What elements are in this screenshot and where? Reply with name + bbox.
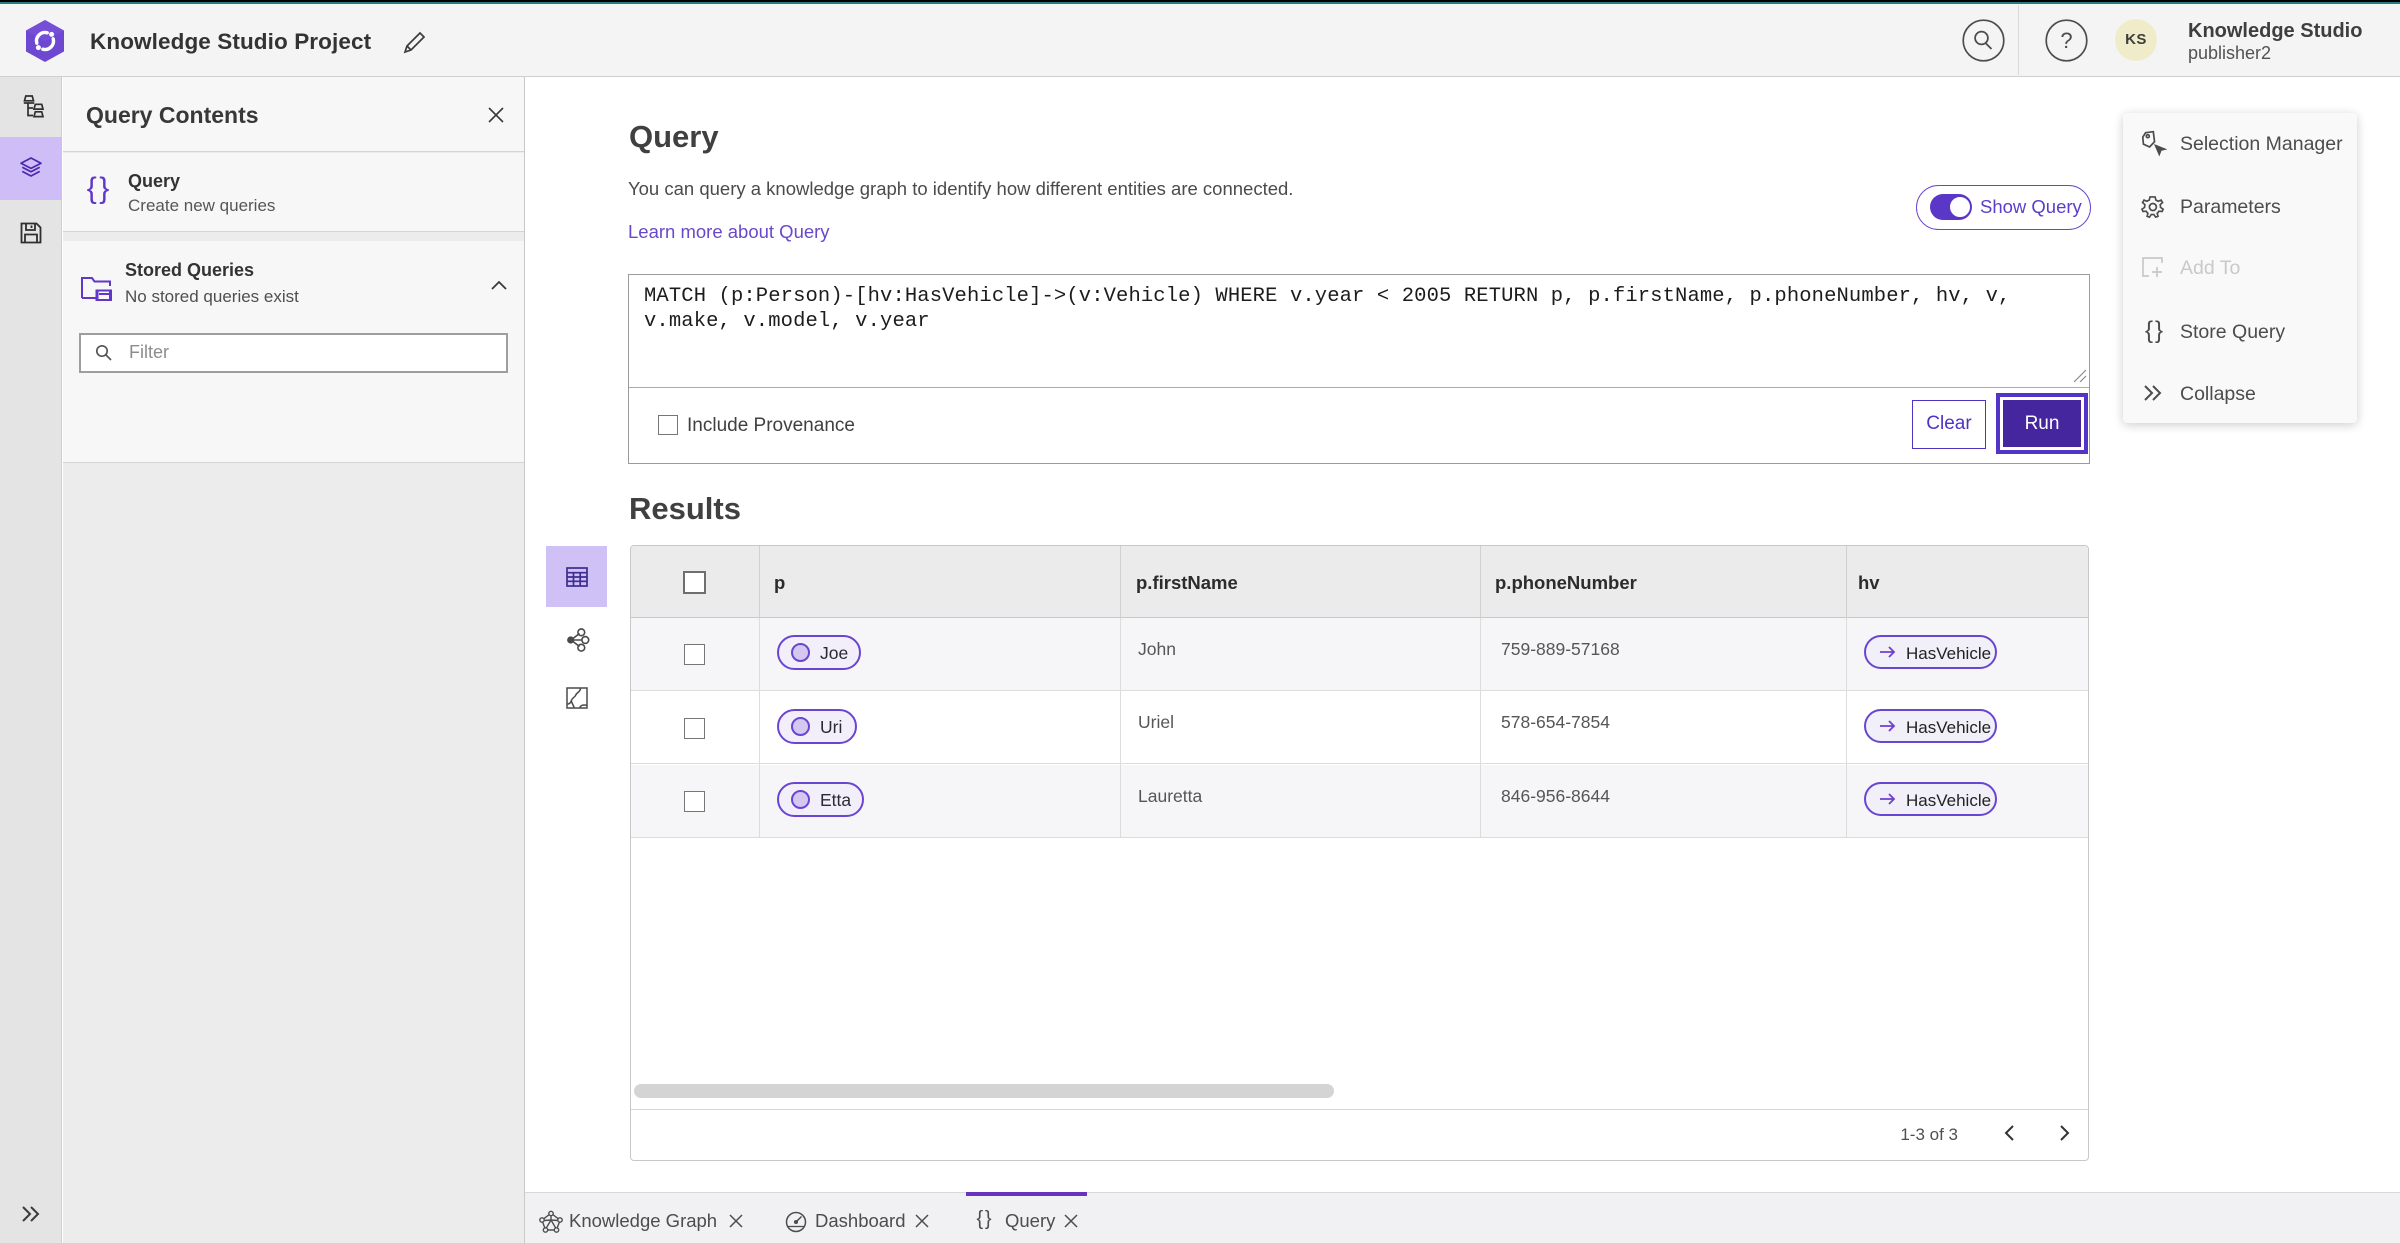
svg-text:?: ? xyxy=(2060,28,2072,53)
